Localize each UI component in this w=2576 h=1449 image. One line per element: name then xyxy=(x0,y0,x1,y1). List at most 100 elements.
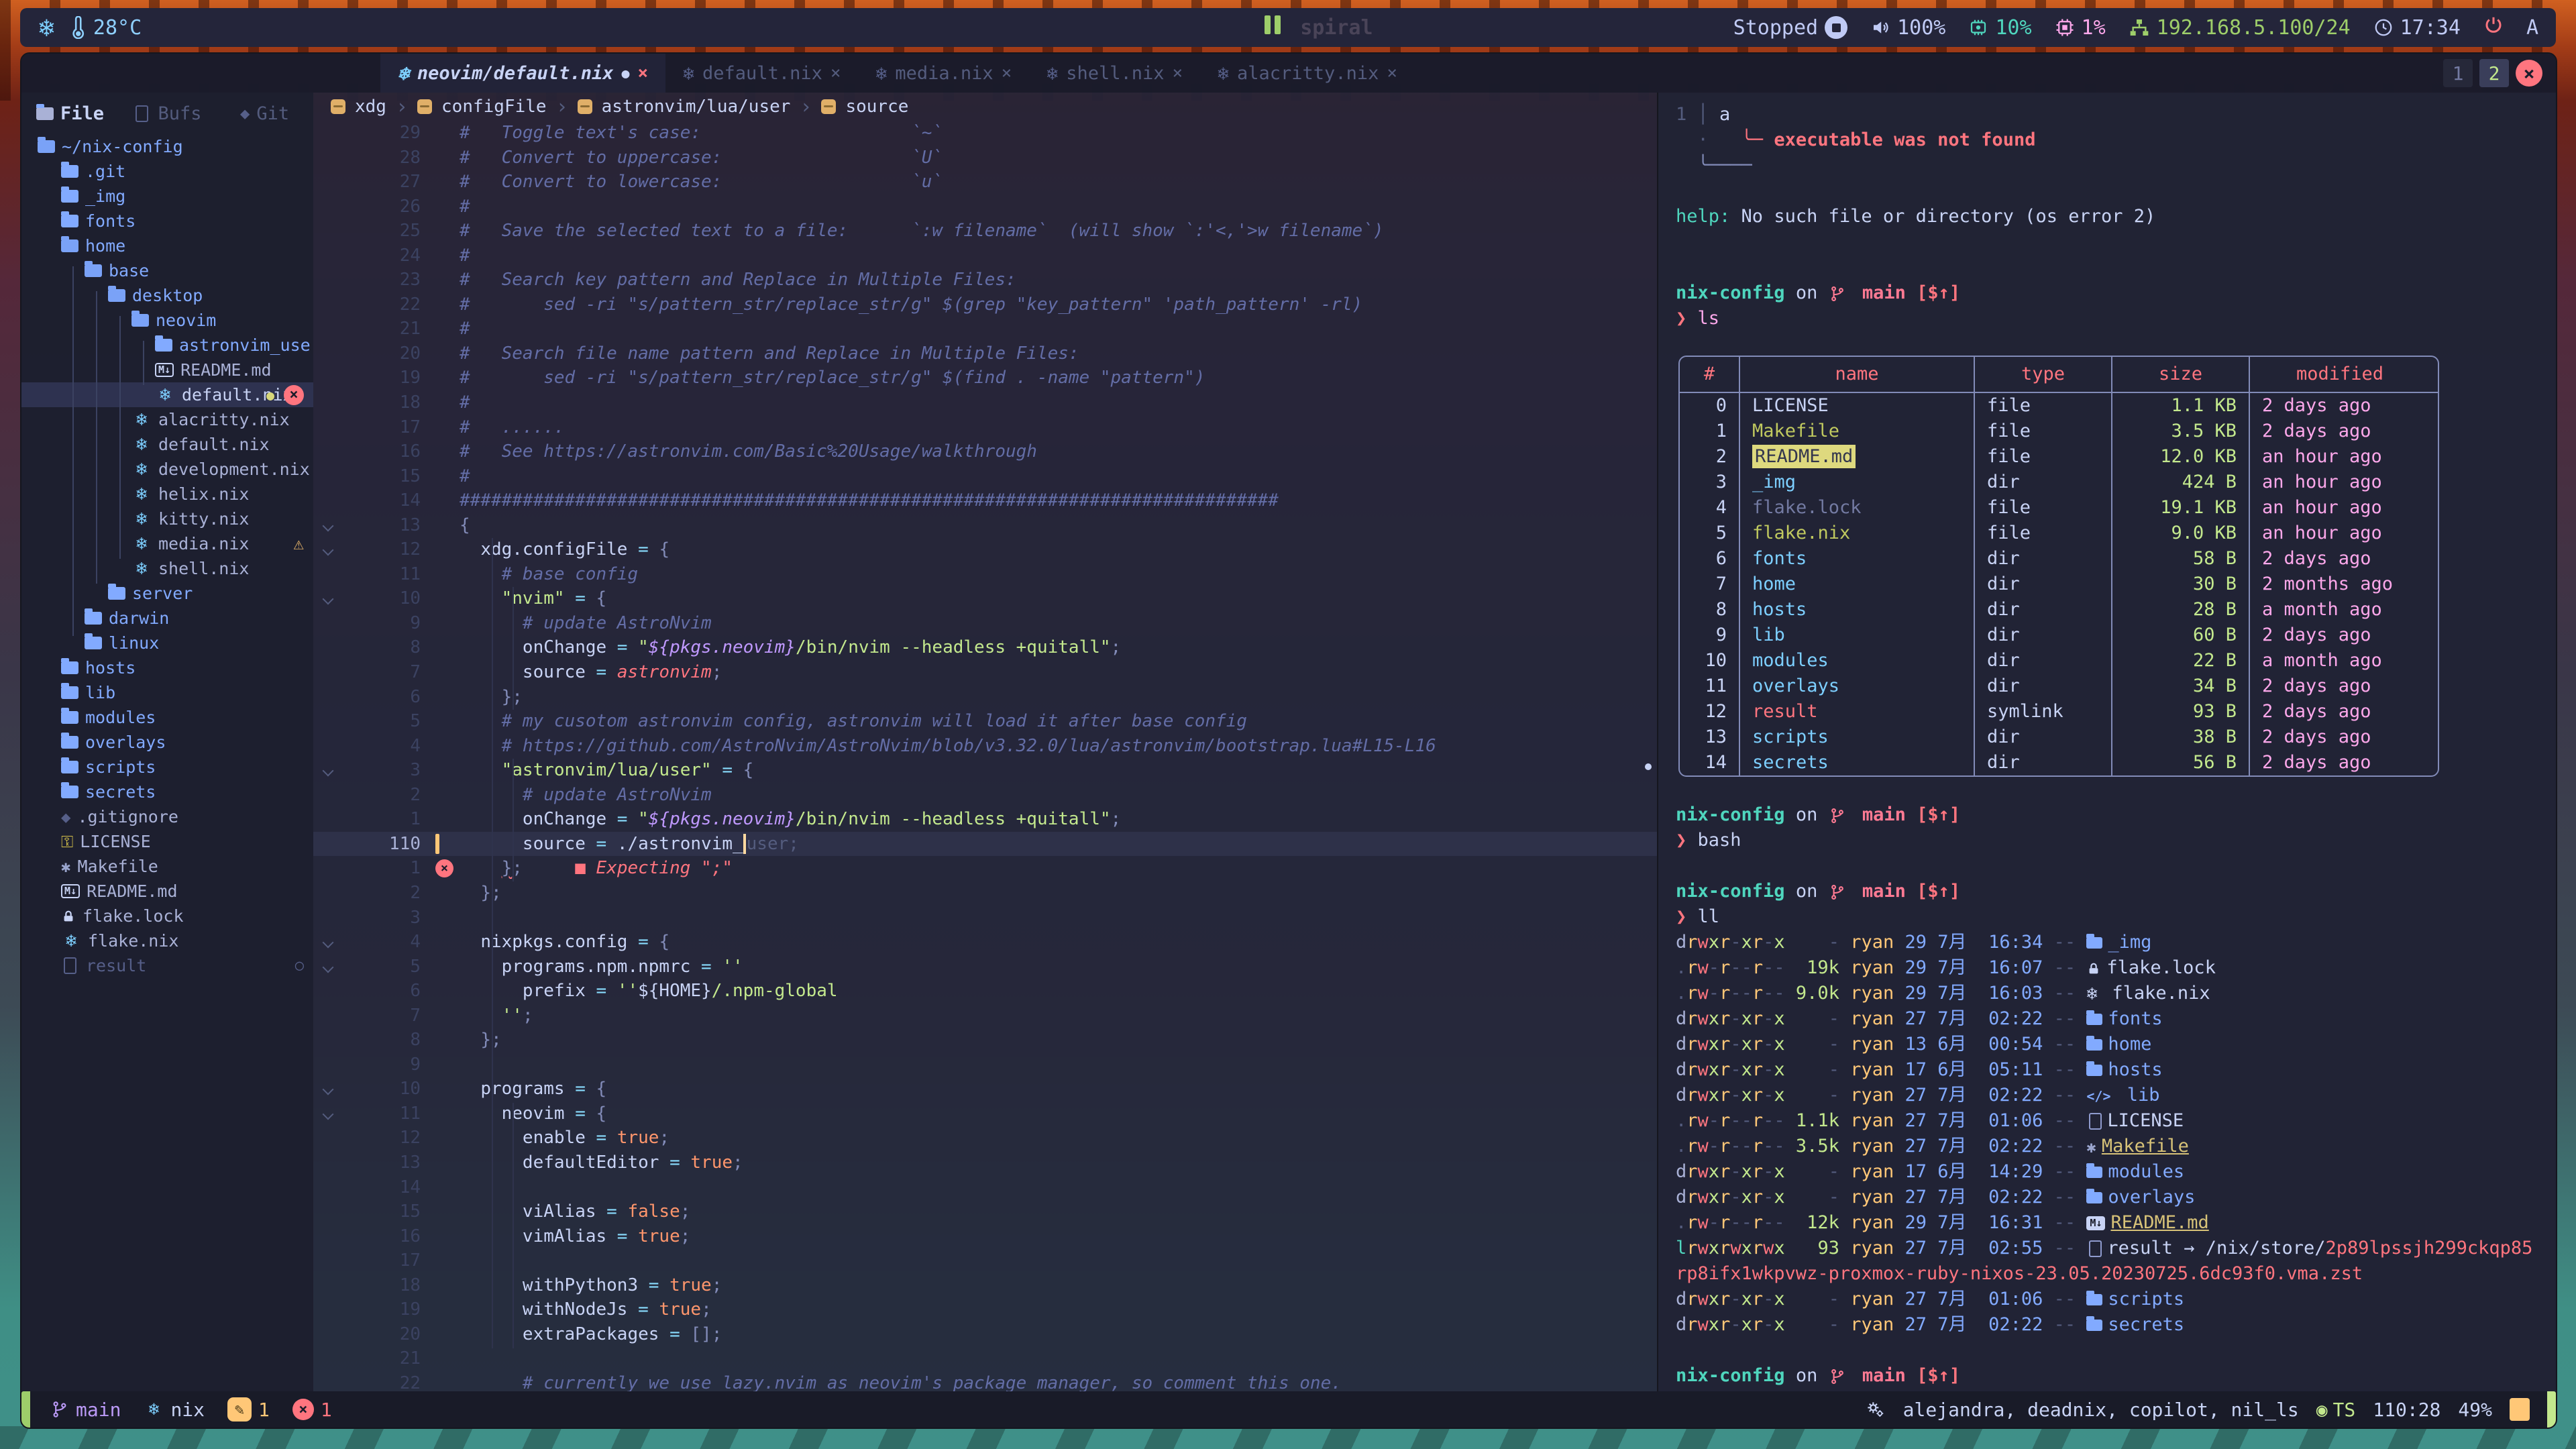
editor-line[interactable]: 13{ xyxy=(313,513,1657,538)
sidebar-tab-file[interactable]: File xyxy=(21,103,119,124)
editor-line[interactable]: 9 # update AstroNvim xyxy=(313,611,1657,636)
editor-line[interactable]: 15# xyxy=(313,464,1657,489)
editor-line[interactable]: 6 prefix = ''${HOME}/.npm-global xyxy=(313,979,1657,1004)
editor-line[interactable]: 15 viAlias = false; xyxy=(313,1199,1657,1224)
tab-close-icon[interactable]: × xyxy=(1173,63,1183,83)
tree-item-kitty-nix[interactable]: kitty.nix xyxy=(21,506,313,531)
tree-item-Makefile[interactable]: Makefile xyxy=(21,854,313,879)
editor-line[interactable]: 8 }; xyxy=(313,1028,1657,1053)
fold-chevron-icon[interactable] xyxy=(313,1077,344,1102)
editor-line[interactable]: 4 # https://github.com/AstroNvim/AstroNv… xyxy=(313,734,1657,759)
editor-line[interactable]: 28# Convert to uppercase: `U` xyxy=(313,146,1657,170)
tree-item-home[interactable]: home xyxy=(21,233,313,258)
sidebar-tab-git[interactable]: Git xyxy=(216,103,313,124)
breadcrumb-item[interactable]: astronvim/lua/user xyxy=(602,97,791,117)
tree-item--git[interactable]: .git xyxy=(21,159,313,184)
editor-line[interactable]: 6 }; xyxy=(313,685,1657,710)
tab-close-icon[interactable]: × xyxy=(638,63,649,83)
tree-item-result[interactable]: result○ xyxy=(21,953,313,978)
breadcrumb-item[interactable]: xdg xyxy=(355,97,386,117)
editor-line[interactable]: 18 withPython3 = true; xyxy=(313,1273,1657,1298)
breadcrumb-item[interactable]: configFile xyxy=(441,97,547,117)
editor-line[interactable]: 2 # update AstroNvim xyxy=(313,783,1657,808)
tree-item-darwin[interactable]: darwin xyxy=(21,606,313,631)
editor-line[interactable]: 26# xyxy=(313,195,1657,219)
editor-line[interactable]: 21 xyxy=(313,1346,1657,1371)
editor-line[interactable]: 14 xyxy=(313,1175,1657,1200)
keyboard-layout[interactable]: A xyxy=(2526,16,2538,40)
editor-line[interactable]: 18# xyxy=(313,390,1657,415)
close-file-icon[interactable]: × xyxy=(284,385,304,405)
editor-line[interactable]: 16# See https://astronvim.com/Basic%20Us… xyxy=(313,439,1657,464)
editor-line[interactable]: 19 withNodeJs = true; xyxy=(313,1297,1657,1322)
sidebar-tab-bufs[interactable]: Bufs xyxy=(119,103,216,124)
tree-item-overlays[interactable]: overlays xyxy=(21,730,313,755)
fold-chevron-icon[interactable] xyxy=(313,586,344,611)
breadcrumb-item[interactable]: source xyxy=(845,97,908,117)
fold-chevron-icon[interactable] xyxy=(313,1102,344,1126)
code-buffer[interactable]: 29# Toggle text's case: `~`28# Convert t… xyxy=(313,121,1657,1391)
tree-item-scripts[interactable]: scripts xyxy=(21,755,313,780)
editor-line[interactable]: 20 extraPackages = []; xyxy=(313,1322,1657,1347)
tabpage-2[interactable]: 2 xyxy=(2479,59,2509,87)
tree-item-default-nix[interactable]: default.nix xyxy=(21,432,313,457)
editor-line[interactable]: 12 enable = true; xyxy=(313,1126,1657,1150)
tree-item-flake-lock[interactable]: flake.lock xyxy=(21,904,313,928)
editor-line[interactable]: 1× }; ■ Expecting ";" xyxy=(313,856,1657,881)
editor-line[interactable]: 19# sed -ri "s/pattern_str/replace_str/g… xyxy=(313,366,1657,390)
tree-item-server[interactable]: server xyxy=(21,581,313,606)
tabpage-1[interactable]: 1 xyxy=(2443,59,2473,87)
editor-line[interactable]: 17 xyxy=(313,1248,1657,1273)
tree-item-linux[interactable]: linux xyxy=(21,631,313,655)
editor-line[interactable]: 10 programs = { xyxy=(313,1077,1657,1102)
tab-close-icon[interactable]: × xyxy=(830,63,841,83)
editor-line[interactable]: 1 onChange = "${pkgs.neovim}/bin/nvim --… xyxy=(313,807,1657,832)
git-branch-status[interactable]: main xyxy=(50,1399,121,1421)
tree-item-README-md[interactable]: M↓README.md xyxy=(21,358,313,382)
nixos-logo-icon[interactable]: ❄ xyxy=(39,13,54,42)
editor-line[interactable]: 7 ''; xyxy=(313,1004,1657,1028)
editor-line[interactable]: 11 # base config xyxy=(313,562,1657,587)
tree-item-LICENSE[interactable]: LICENSE xyxy=(21,829,313,854)
tree-item-secrets[interactable]: secrets xyxy=(21,780,313,804)
editor-line[interactable]: 5 programs.npm.npmrc = '' xyxy=(313,955,1657,979)
fold-chevron-icon[interactable] xyxy=(313,537,344,562)
editor-pane[interactable]: xdg›configFile›astronvim/lua/user›source… xyxy=(313,93,1657,1391)
editor-tab-neovim-default-nix[interactable]: ❄neovim/default.nix●× xyxy=(380,54,665,93)
tree-item-fonts[interactable]: fonts xyxy=(21,209,313,233)
fold-chevron-icon[interactable] xyxy=(313,930,344,955)
editor-line[interactable]: 110 source = ./astronvim_user; xyxy=(313,832,1657,857)
scrollbar-thumb[interactable] xyxy=(1645,763,1652,770)
tree-item-flake-nix[interactable]: flake.nix xyxy=(21,928,313,953)
tree-item-alacritty-nix[interactable]: alacritty.nix xyxy=(21,407,313,432)
tree-item-development-nix[interactable]: development.nix xyxy=(21,457,313,482)
editor-line[interactable]: 24# xyxy=(313,244,1657,268)
modified-count[interactable]: ✎ 1 xyxy=(227,1397,270,1421)
editor-line[interactable]: 12 xdg.configFile = { xyxy=(313,537,1657,562)
tree-item--nix-config[interactable]: ~/nix-config xyxy=(21,134,313,159)
editor-line[interactable]: 9 xyxy=(313,1053,1657,1077)
tab-close-icon[interactable]: × xyxy=(1002,63,1012,83)
tree-item-media-nix[interactable]: media.nix⚠ xyxy=(21,531,313,556)
tree-item-neovim[interactable]: neovim xyxy=(21,308,313,333)
editor-line[interactable]: 3 "astronvim/lua/user" = { xyxy=(313,758,1657,783)
editor-line[interactable]: 5 # my cusotom astronvim config, astronv… xyxy=(313,709,1657,734)
editor-line[interactable]: 3 xyxy=(313,906,1657,930)
editor-line[interactable]: 14######################################… xyxy=(313,488,1657,513)
editor-line[interactable]: 11 neovim = { xyxy=(313,1102,1657,1126)
editor-tab-shell-nix[interactable]: ❄shell.nix× xyxy=(1029,54,1200,93)
editor-line[interactable]: 27# Convert to lowercase: `u` xyxy=(313,170,1657,195)
close-all-button[interactable]: × xyxy=(2516,60,2542,87)
tree-item-default-nix[interactable]: default.nix●× xyxy=(21,382,313,407)
fold-chevron-icon[interactable] xyxy=(313,955,344,979)
editor-tab-default-nix[interactable]: ❄default.nix× xyxy=(665,54,858,93)
tree-item-shell-nix[interactable]: shell.nix xyxy=(21,556,313,581)
editor-line[interactable]: 21# xyxy=(313,317,1657,341)
power-button[interactable] xyxy=(2483,15,2504,40)
fold-chevron-icon[interactable] xyxy=(313,758,344,783)
tree-item-desktop[interactable]: desktop xyxy=(21,283,313,308)
stop-icon[interactable] xyxy=(1825,16,1847,39)
tree-item--img[interactable]: _img xyxy=(21,184,313,209)
editor-line[interactable]: 7 source = astronvim; xyxy=(313,660,1657,685)
editor-tab-alacritty-nix[interactable]: ❄alacritty.nix× xyxy=(1200,54,1415,93)
